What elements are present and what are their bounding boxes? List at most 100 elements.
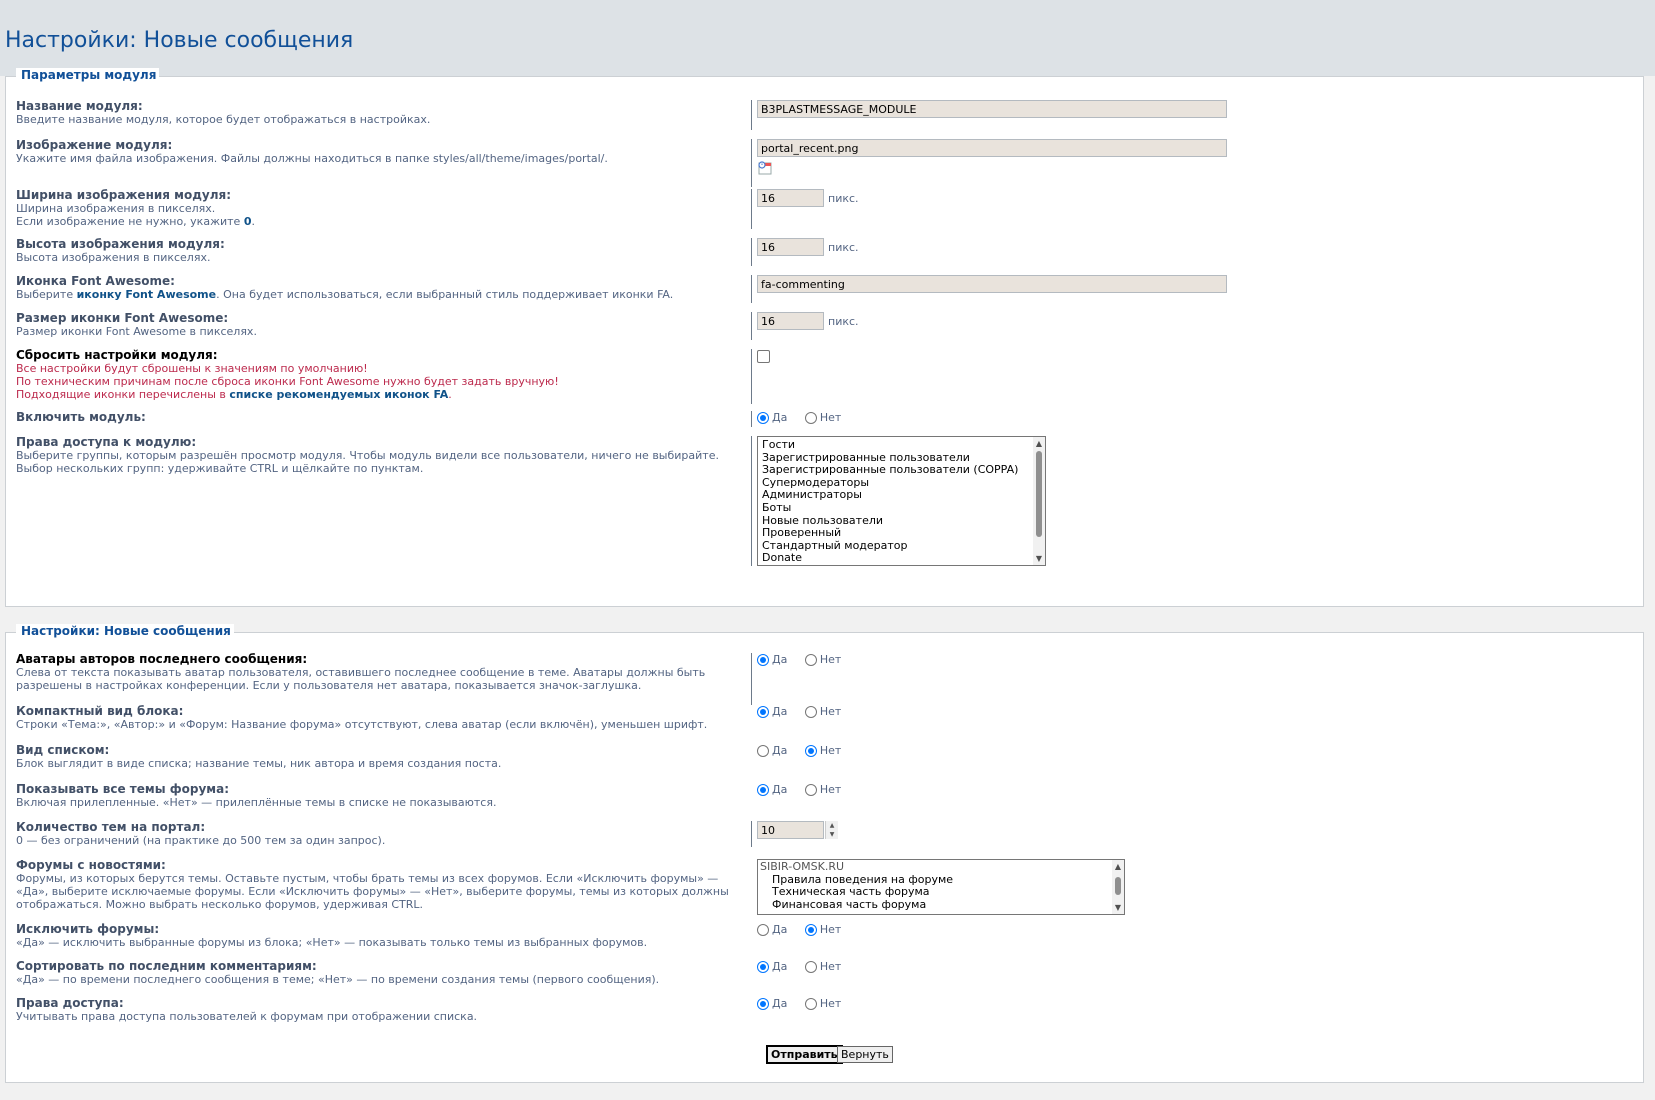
topic-count-label: Количество тем на портал: xyxy=(16,820,206,834)
fa-size-row: Размер иконки Font Awesome: Размер иконк… xyxy=(16,312,1636,344)
permissions-desc2: Выбор нескольких групп: удерживайте CTRL… xyxy=(16,462,424,475)
forum-option[interactable]: Техническая часть форума xyxy=(758,886,1124,899)
list-view-no-radio[interactable]: Нет xyxy=(804,744,841,757)
enable-label: Включить модуль: xyxy=(16,410,146,424)
exclude-row: Исключить форумы: «Да» — исключить выбра… xyxy=(16,923,1636,955)
exclude-desc: «Да» — исключить выбранные форумы из бло… xyxy=(16,936,648,949)
show-all-label: Показывать все темы форума: xyxy=(16,782,229,796)
module-image-desc: Укажите имя файла изображения. Файлы дол… xyxy=(16,152,608,165)
forums-scroll-up-icon[interactable]: ▲ xyxy=(1112,862,1124,872)
forums-scroll-down-icon[interactable]: ▼ xyxy=(1112,903,1124,913)
permissions-desc1: Выберите группы, которым разрешён просмо… xyxy=(16,449,719,462)
reset-label: Сбросить настройки модуля: xyxy=(16,348,218,362)
access-row: Права доступа: Учитывать права доступа п… xyxy=(16,997,1636,1029)
image-width-desc1: Ширина изображения в пикселях. xyxy=(16,202,216,215)
compact-no-radio[interactable]: Нет xyxy=(804,705,841,718)
permissions-listbox[interactable]: Гости Зарегистрированные пользователи Заре… xyxy=(757,436,1046,566)
fa-icon-desc: Выберите иконку Font Awesome. Она будет … xyxy=(16,288,674,301)
sort-last-row: Сортировать по последним комментариям: «… xyxy=(16,960,1636,992)
image-height-input[interactable] xyxy=(757,238,824,256)
compact-desc: Строки «Тема:», «Автор:» и «Форум: Назва… xyxy=(16,718,708,731)
block-settings-panel: Настройки: Новые сообщения Аватары автор… xyxy=(5,624,1644,1083)
show-all-no-radio[interactable]: Нет xyxy=(804,783,841,796)
exclude-no-radio[interactable]: Нет xyxy=(804,923,841,936)
exclude-yes-radio[interactable]: Да xyxy=(757,923,787,936)
list-view-label: Вид списком: xyxy=(16,743,110,757)
forum-option[interactable]: Финансовая часть форума xyxy=(758,898,1124,912)
enable-yes-radio[interactable]: Да xyxy=(757,411,787,424)
compact-label: Компактный вид блока: xyxy=(16,704,184,718)
spinner-icon[interactable]: ▲ ▼ xyxy=(825,821,838,839)
permissions-option[interactable]: Donate xyxy=(758,552,1045,565)
scroll-thumb[interactable] xyxy=(1036,451,1042,537)
topic-count-input[interactable] xyxy=(757,821,824,839)
sort-last-desc: «Да» — по времени последнего сообщения в… xyxy=(16,973,660,986)
permissions-row: Права доступа к модулю: Выберите группы,… xyxy=(16,436,1636,566)
sort-last-label: Сортировать по последним комментариям: xyxy=(16,959,317,973)
module-name-label: Название модуля: xyxy=(16,99,143,113)
image-width-desc2: Если изображение не нужно, укажите 0. xyxy=(16,215,255,228)
permissions-options: Гости Зарегистрированные пользователи Заре… xyxy=(758,438,1045,565)
fa-list-link[interactable]: списке рекомендуемых иконок FA xyxy=(229,388,448,401)
fa-size-desc: Размер иконки Font Awesome в пикселях. xyxy=(16,325,257,338)
avatars-desc: Слева от текста показывать аватар пользо… xyxy=(16,666,706,692)
module-name-input[interactable] xyxy=(757,100,1227,118)
permissions-option[interactable]: Проверенный xyxy=(758,527,1045,540)
list-view-yes-radio[interactable]: Да xyxy=(757,744,787,757)
reset-button[interactable]: Вернуть xyxy=(837,1046,893,1063)
news-forums-row: Форумы с новостями: Форумы, из которых б… xyxy=(16,859,1636,923)
fa-size-input[interactable] xyxy=(757,312,824,330)
permissions-option[interactable]: Зарегистрированные пользователи (COPPA) xyxy=(758,464,1045,477)
permissions-scrollbar[interactable]: ▲ ▼ xyxy=(1033,437,1045,565)
news-forums-label: Форумы с новостями: xyxy=(16,858,166,872)
topic-count-desc: 0 — без ограничений (на практике до 500 … xyxy=(16,834,386,847)
topic-count-row: Количество тем на портал: 0 — без ограни… xyxy=(16,821,1636,857)
reset-row: Сбросить настройки модуля: Все настройки… xyxy=(16,349,1636,405)
fa-icon-link[interactable]: иконку Font Awesome xyxy=(77,288,217,301)
page-title: Настройки: Новые сообщения xyxy=(5,28,354,53)
module-name-row: Название модуля: Введите название модуля… xyxy=(16,100,1636,136)
news-forums-scrollbar[interactable]: ▲ ▼ xyxy=(1112,860,1124,914)
fa-size-label: Размер иконки Font Awesome: xyxy=(16,311,229,325)
scroll-up-icon[interactable]: ▲ xyxy=(1033,439,1045,449)
exclude-label: Исключить форумы: xyxy=(16,922,160,936)
permissions-label: Права доступа к модулю: xyxy=(16,435,197,449)
compact-yes-radio[interactable]: Да xyxy=(757,705,787,718)
reset-desc1: Все настройки будут сброшены к значениям… xyxy=(16,362,368,375)
list-view-desc: Блок выглядит в виде списка; название те… xyxy=(16,757,502,770)
sort-last-yes-radio[interactable]: Да xyxy=(757,960,787,973)
access-yes-radio[interactable]: Да xyxy=(757,997,787,1010)
image-width-unit: пикс. xyxy=(828,191,859,205)
permissions-option[interactable]: Гости xyxy=(758,438,1045,452)
image-width-label: Ширина изображения модуля: xyxy=(16,188,232,202)
enable-no-radio[interactable]: Нет xyxy=(804,411,841,424)
fa-size-unit: пикс. xyxy=(828,314,859,328)
module-image-row: Изображение модуля: Укажите имя файла из… xyxy=(16,139,1636,187)
enable-row: Включить модуль: Да Нет xyxy=(16,411,1636,431)
avatars-no-radio[interactable]: Нет xyxy=(804,653,841,666)
submit-button[interactable]: Отправить xyxy=(766,1045,843,1064)
forums-scroll-thumb[interactable] xyxy=(1115,877,1121,895)
forum-group-option: SIBIR-OMSK.RU xyxy=(760,860,845,873)
module-image-label: Изображение модуля: xyxy=(16,138,173,152)
compact-row: Компактный вид блока: Строки «Тема:», «А… xyxy=(16,705,1636,737)
module-image-input[interactable] xyxy=(757,139,1227,157)
access-no-radio[interactable]: Нет xyxy=(804,997,841,1010)
image-height-row: Высота изображения модуля: Высота изобра… xyxy=(16,238,1636,270)
avatars-row: Аватары авторов последнего сообщения: Сл… xyxy=(16,653,1636,705)
scroll-down-icon[interactable]: ▼ xyxy=(1033,554,1045,564)
image-width-input[interactable] xyxy=(757,189,824,207)
fa-icon-row: Иконка Font Awesome: Выберите иконку Fon… xyxy=(16,275,1636,307)
permissions-option[interactable]: Боты xyxy=(758,501,1045,515)
module-params-panel: Параметры модуля Название модуля: Введит… xyxy=(5,68,1644,607)
avatars-label: Аватары авторов последнего сообщения: xyxy=(16,652,308,666)
reset-checkbox[interactable] xyxy=(757,350,770,363)
avatars-yes-radio[interactable]: Да xyxy=(757,653,787,666)
module-params-legend: Параметры модуля xyxy=(16,68,160,82)
access-label: Права доступа: xyxy=(16,996,124,1010)
sort-last-no-radio[interactable]: Нет xyxy=(804,960,841,973)
permissions-option[interactable]: Администраторы xyxy=(758,489,1045,502)
show-all-yes-radio[interactable]: Да xyxy=(757,783,787,796)
news-forums-listbox[interactable]: SIBIR-OMSK.RU Правила поведения на форум… xyxy=(757,859,1125,915)
fa-icon-input[interactable] xyxy=(757,275,1227,293)
